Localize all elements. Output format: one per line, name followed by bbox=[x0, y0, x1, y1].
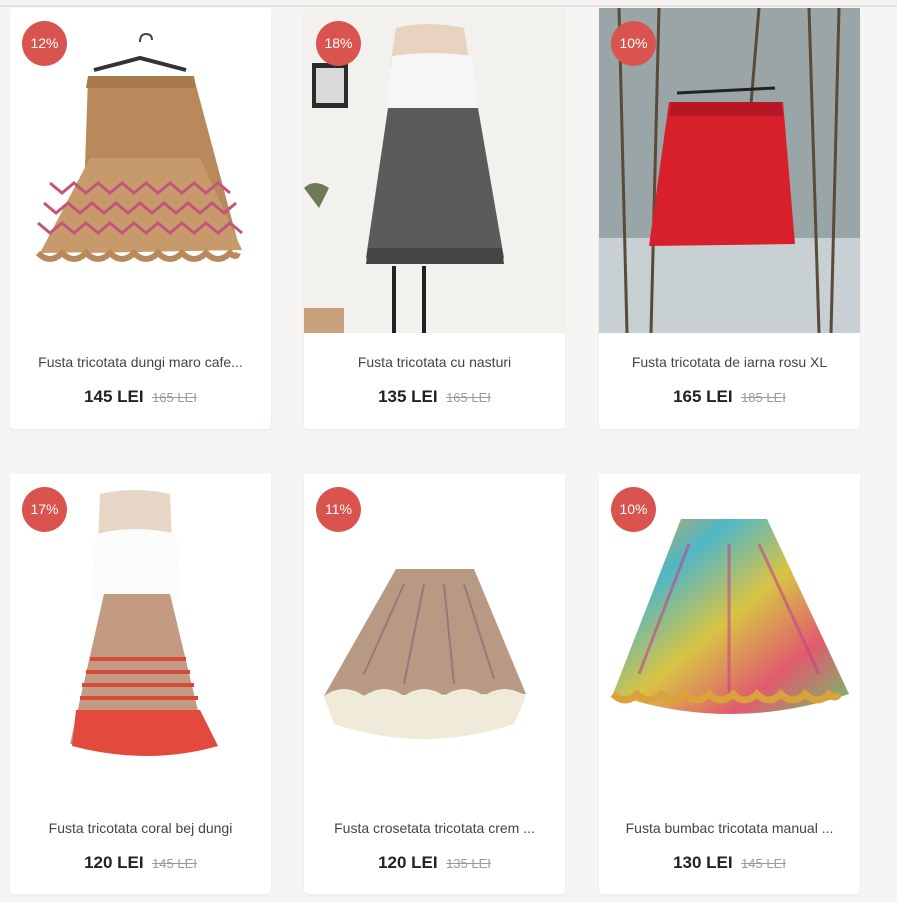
product-title[interactable]: Fusta tricotata cu nasturi bbox=[304, 354, 565, 370]
discount-badge: 11% bbox=[316, 487, 361, 532]
discount-badge: 10% bbox=[611, 487, 656, 532]
price-row: 135 LEI 165 LEI bbox=[304, 387, 565, 407]
current-price: 120 LEI bbox=[84, 853, 144, 872]
price-row: 120 LEI 135 LEI bbox=[304, 853, 565, 873]
old-price: 145 LEI bbox=[741, 856, 786, 871]
product-card[interactable]: 10% Fusta bumbac tricotata manual ... 13… bbox=[599, 474, 860, 894]
product-card[interactable]: 11% Fusta crosetata tricotata crem ... 1… bbox=[304, 474, 565, 894]
price-row: 130 LEI 145 LEI bbox=[599, 853, 860, 873]
product-title[interactable]: Fusta tricotata de iarna rosu XL bbox=[599, 354, 860, 370]
product-card[interactable]: 12% Fusta tricotata dungi maro cafe... 1… bbox=[10, 8, 271, 429]
current-price: 165 LEI bbox=[673, 387, 733, 406]
old-price: 145 LEI bbox=[152, 856, 197, 871]
discount-badge: 18% bbox=[316, 21, 361, 66]
product-title[interactable]: Fusta tricotata dungi maro cafe... bbox=[10, 354, 271, 370]
old-price: 165 LEI bbox=[152, 390, 197, 405]
current-price: 130 LEI bbox=[673, 853, 733, 872]
current-price: 135 LEI bbox=[378, 387, 438, 406]
product-card[interactable]: 17% Fusta tricotata coral bej dungi 120 … bbox=[10, 474, 271, 894]
product-title[interactable]: Fusta bumbac tricotata manual ... bbox=[599, 820, 860, 836]
price-row: 165 LEI 185 LEI bbox=[599, 387, 860, 407]
current-price: 145 LEI bbox=[84, 387, 144, 406]
old-price: 185 LEI bbox=[741, 390, 786, 405]
product-title[interactable]: Fusta tricotata coral bej dungi bbox=[10, 820, 271, 836]
product-card[interactable]: 18% Fusta tricotata cu nasturi 135 LEI 1… bbox=[304, 8, 565, 429]
top-divider bbox=[0, 5, 897, 7]
price-row: 120 LEI 145 LEI bbox=[10, 853, 271, 873]
current-price: 120 LEI bbox=[378, 853, 438, 872]
product-title[interactable]: Fusta crosetata tricotata crem ... bbox=[304, 820, 565, 836]
product-card[interactable]: 10% Fusta tricotata de iarna rosu XL 165… bbox=[599, 8, 860, 429]
old-price: 165 LEI bbox=[446, 390, 491, 405]
discount-badge: 10% bbox=[611, 21, 656, 66]
discount-badge: 12% bbox=[22, 21, 67, 66]
price-row: 145 LEI 165 LEI bbox=[10, 387, 271, 407]
discount-badge: 17% bbox=[22, 487, 67, 532]
old-price: 135 LEI bbox=[446, 856, 491, 871]
